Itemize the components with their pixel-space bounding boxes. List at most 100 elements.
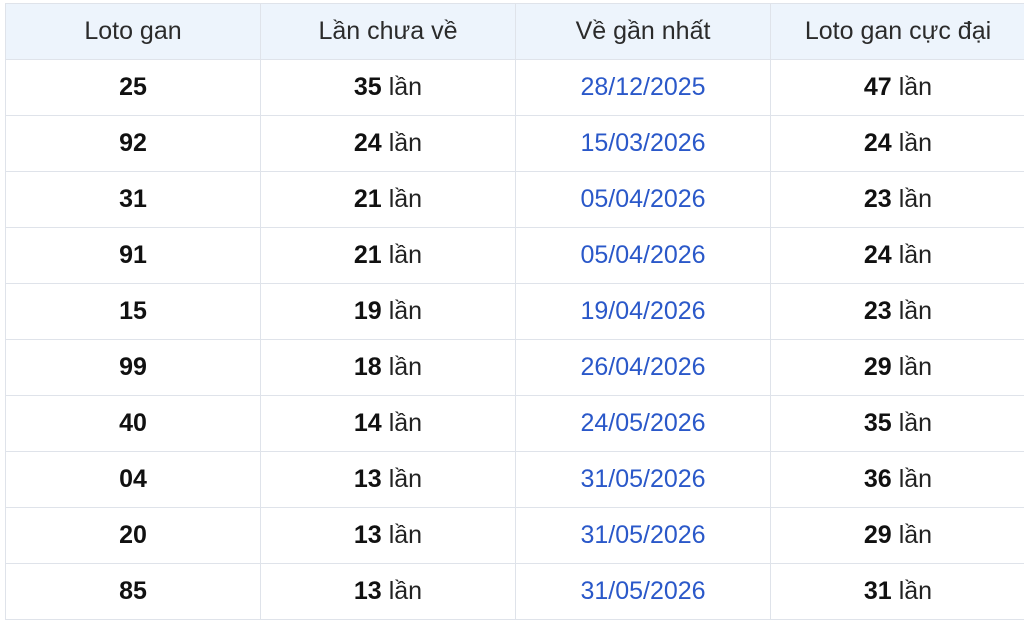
table-row: 15 19 lần 19/04/2026 23 lần (6, 284, 1024, 340)
missed-count: 14 (353, 409, 382, 437)
max-gan-count: 24 (863, 129, 892, 157)
missed-count-cell: 18 lần (261, 340, 516, 395)
header-ve-gan-nhat: Về gần nhất (516, 4, 771, 59)
table-row: 92 24 lần 15/03/2026 24 lần (6, 116, 1024, 172)
max-gan-count: 35 (863, 409, 892, 437)
max-gan-count: 29 (863, 353, 892, 381)
loto-number: 92 (119, 129, 147, 157)
missed-count: 18 (353, 353, 382, 381)
loto-number: 31 (119, 185, 147, 213)
loto-number-cell: 20 (6, 508, 261, 563)
missed-count: 13 (353, 577, 382, 605)
max-gan-unit: lần (898, 297, 933, 325)
last-date-link[interactable]: 26/04/2026 (580, 353, 705, 382)
max-gan-cell: 47 lần (771, 60, 1024, 115)
max-gan-cell: 29 lần (771, 508, 1024, 563)
loto-number: 85 (119, 577, 147, 605)
table-row: 04 13 lần 31/05/2026 36 lần (6, 452, 1024, 508)
last-date-cell: 24/05/2026 (516, 396, 771, 451)
max-gan-count: 47 (863, 73, 892, 101)
loto-number: 40 (119, 409, 147, 437)
missed-count-cell: 13 lần (261, 508, 516, 563)
missed-count-cell: 21 lần (261, 228, 516, 283)
last-date-cell: 19/04/2026 (516, 284, 771, 339)
missed-unit: lần (388, 353, 423, 381)
last-date-cell: 31/05/2026 (516, 452, 771, 507)
max-gan-unit: lần (898, 353, 933, 381)
table-row: 20 13 lần 31/05/2026 29 lần (6, 508, 1024, 564)
max-gan-cell: 23 lần (771, 284, 1024, 339)
last-date-link[interactable]: 24/05/2026 (580, 409, 705, 438)
max-gan-cell: 23 lần (771, 172, 1024, 227)
missed-count: 19 (353, 297, 382, 325)
last-date-link[interactable]: 05/04/2026 (580, 185, 705, 214)
loto-number-cell: 25 (6, 60, 261, 115)
missed-count-cell: 13 lần (261, 452, 516, 507)
last-date-link[interactable]: 19/04/2026 (580, 297, 705, 326)
last-date-link[interactable]: 05/04/2026 (580, 241, 705, 270)
missed-count-cell: 35 lần (261, 60, 516, 115)
loto-number-cell: 15 (6, 284, 261, 339)
max-gan-cell: 24 lần (771, 228, 1024, 283)
last-date-cell: 31/05/2026 (516, 564, 771, 619)
missed-unit: lần (388, 465, 423, 493)
table-row: 85 13 lần 31/05/2026 31 lần (6, 564, 1024, 620)
max-gan-count: 23 (863, 185, 892, 213)
missed-count-cell: 19 lần (261, 284, 516, 339)
loto-number: 99 (119, 353, 147, 381)
max-gan-cell: 35 lần (771, 396, 1024, 451)
last-date-cell: 15/03/2026 (516, 116, 771, 171)
max-gan-count: 24 (863, 241, 892, 269)
loto-gan-table: Loto gan Lần chưa về Về gần nhất Loto ga… (5, 3, 1024, 620)
max-gan-cell: 29 lần (771, 340, 1024, 395)
loto-number-cell: 31 (6, 172, 261, 227)
last-date-link[interactable]: 31/05/2026 (580, 577, 705, 606)
last-date-link[interactable]: 15/03/2026 (580, 129, 705, 158)
max-gan-unit: lần (898, 185, 933, 213)
loto-number-cell: 91 (6, 228, 261, 283)
missed-unit: lần (388, 409, 423, 437)
missed-count: 21 (353, 241, 382, 269)
missed-unit: lần (388, 129, 423, 157)
loto-number-cell: 92 (6, 116, 261, 171)
missed-count: 13 (353, 465, 382, 493)
missed-count-cell: 13 lần (261, 564, 516, 619)
header-loto-gan: Loto gan (6, 4, 261, 59)
missed-unit: lần (388, 241, 423, 269)
last-date-cell: 28/12/2025 (516, 60, 771, 115)
loto-number: 25 (119, 73, 147, 101)
max-gan-count: 36 (863, 465, 892, 493)
max-gan-unit: lần (898, 73, 933, 101)
table-row: 31 21 lần 05/04/2026 23 lần (6, 172, 1024, 228)
missed-count: 24 (353, 129, 382, 157)
missed-count: 13 (353, 521, 382, 549)
missed-unit: lần (388, 297, 423, 325)
max-gan-unit: lần (898, 241, 933, 269)
last-date-link[interactable]: 31/05/2026 (580, 465, 705, 494)
loto-number-cell: 40 (6, 396, 261, 451)
header-lan-chua-ve: Lần chưa về (261, 4, 516, 59)
table-row: 25 35 lần 28/12/2025 47 lần (6, 60, 1024, 116)
max-gan-unit: lần (898, 521, 933, 549)
loto-number: 15 (119, 297, 147, 325)
max-gan-cell: 36 lần (771, 452, 1024, 507)
table-header-row: Loto gan Lần chưa về Về gần nhất Loto ga… (6, 4, 1024, 60)
last-date-cell: 05/04/2026 (516, 228, 771, 283)
missed-unit: lần (388, 185, 423, 213)
missed-unit: lần (388, 73, 423, 101)
last-date-link[interactable]: 31/05/2026 (580, 521, 705, 550)
loto-number: 91 (119, 241, 147, 269)
last-date-cell: 05/04/2026 (516, 172, 771, 227)
max-gan-unit: lần (898, 409, 933, 437)
last-date-cell: 26/04/2026 (516, 340, 771, 395)
table-row: 40 14 lần 24/05/2026 35 lần (6, 396, 1024, 452)
last-date-cell: 31/05/2026 (516, 508, 771, 563)
max-gan-unit: lần (898, 577, 933, 605)
table-row: 91 21 lần 05/04/2026 24 lần (6, 228, 1024, 284)
missed-unit: lần (388, 521, 423, 549)
max-gan-cell: 24 lần (771, 116, 1024, 171)
last-date-link[interactable]: 28/12/2025 (580, 73, 705, 102)
loto-number-cell: 99 (6, 340, 261, 395)
loto-number: 20 (119, 521, 147, 549)
missed-count-cell: 24 lần (261, 116, 516, 171)
